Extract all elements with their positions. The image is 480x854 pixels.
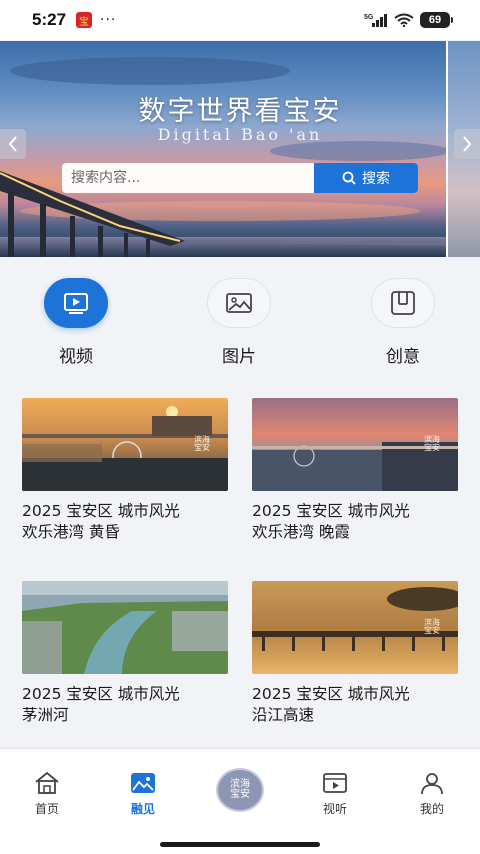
video-title: 2025 宝安区 城市风光 欢乐港湾 黄昏	[22, 501, 228, 543]
video-title-line1: 2025 宝安区 城市风光	[252, 685, 410, 703]
video-title-line2: 欢乐港湾 晚霞	[252, 523, 350, 541]
category-image-label: 图片	[222, 347, 256, 367]
video-card[interactable]: 2025 宝安区 城市风光 茅洲河	[22, 581, 228, 726]
image-icon	[226, 293, 252, 313]
home-icon	[35, 771, 59, 794]
search-button-label: 搜索	[362, 171, 390, 187]
video-title: 2025 宝安区 城市风光 欢乐港湾 晚霞	[252, 501, 458, 543]
search-input[interactable]	[62, 163, 314, 193]
category-video[interactable]: 视频	[26, 278, 126, 367]
category-creative[interactable]: 创意	[353, 278, 453, 367]
video-thumbnail: 滨海 宝安	[252, 398, 458, 491]
video-title-line1: 2025 宝安区 城市风光	[22, 685, 180, 703]
video-card[interactable]: 滨海 宝安 2025 宝安区 城市风光 欢乐港湾 黄昏	[22, 398, 228, 543]
wifi-icon	[394, 13, 414, 27]
nav-item-home-label: 首页	[34, 802, 59, 816]
category-video-label: 视频	[59, 347, 93, 367]
video-title-line1: 2025 宝安区 城市风光	[252, 502, 410, 520]
landscape-icon	[131, 773, 155, 793]
status-bar: 5:27 宝 ··· 5G 69	[0, 0, 480, 40]
media-icon	[323, 773, 347, 793]
video-title-line2: 茅洲河	[22, 706, 69, 724]
hero-banner[interactable]: 数字世界看宝安 Digital Bao 'an 搜索	[0, 41, 480, 257]
video-title-line2: 沿江高速	[252, 706, 315, 724]
center-brand-button[interactable]: 滨海 宝安	[216, 768, 264, 812]
center-brand-line2: 宝安	[230, 789, 250, 800]
banner-subtitle: Digital Bao 'an	[157, 125, 323, 144]
video-title-line2: 欢乐港湾 黄昏	[22, 523, 120, 541]
category-creative-circle	[371, 278, 435, 328]
river-park-thumbnail-image	[22, 581, 228, 674]
watermark-logo: 滨海 宝安	[424, 618, 440, 635]
app-notification-icon: 宝	[76, 12, 93, 28]
video-title-line1: 2025 宝安区 城市风光	[22, 502, 180, 520]
video-card[interactable]: 滨海 宝安 2025 宝安区 城市风光 欢乐港湾 晚霞	[252, 398, 458, 543]
center-brand-logo: 滨海 宝安	[230, 780, 250, 800]
user-icon	[421, 773, 443, 795]
chevron-left-icon	[8, 136, 17, 152]
banner-next-button[interactable]	[454, 129, 480, 159]
nav-item-media[interactable]: 视听	[305, 771, 365, 817]
search-icon	[342, 171, 356, 185]
watermark-logo: 滨海 宝安	[194, 435, 210, 452]
video-title: 2025 宝安区 城市风光 沿江高速	[252, 684, 458, 726]
network-type-label: 5G	[364, 14, 374, 21]
home-indicator[interactable]	[160, 842, 320, 847]
nav-item-profile-label: 我的	[419, 802, 444, 816]
nav-item-rongjian-label: 融见	[130, 802, 155, 816]
category-bar: 视频 图片 创意	[0, 258, 480, 376]
video-thumbnail	[22, 581, 228, 674]
video-icon	[64, 293, 88, 314]
status-time: 5:27	[32, 10, 67, 29]
nav-item-home[interactable]: 首页	[17, 771, 77, 817]
video-title: 2025 宝安区 城市风光 茅洲河	[22, 684, 228, 726]
category-image[interactable]: 图片	[189, 278, 289, 367]
nav-item-media-label: 视听	[322, 802, 347, 816]
nav-item-rongjian[interactable]: 融见	[113, 771, 173, 817]
signal-icon: 5G	[364, 14, 387, 27]
status-more-dots: ···	[100, 12, 117, 28]
chevron-right-icon	[463, 136, 472, 152]
bottom-navigation: 首页 融见 滨海 宝安 视听 我的	[0, 748, 480, 838]
watermark-logo: 滨海 宝安	[424, 435, 440, 452]
category-creative-label: 创意	[386, 347, 420, 367]
banner-title: 数字世界看宝安	[138, 96, 342, 127]
creative-icon	[391, 291, 415, 315]
banner-prev-button[interactable]	[0, 129, 26, 159]
search-button[interactable]: 搜索	[314, 163, 418, 193]
nav-item-profile[interactable]: 我的	[402, 771, 462, 817]
battery-indicator: 69	[420, 12, 453, 28]
category-image-circle	[207, 278, 271, 328]
video-thumbnail: 滨海 宝安	[252, 581, 458, 674]
video-thumbnail: 滨海 宝安	[22, 398, 228, 491]
category-video-circle	[44, 278, 108, 328]
video-card[interactable]: 滨海 宝安 2025 宝安区 城市风光 沿江高速	[252, 581, 458, 726]
banner-landscape-image	[0, 57, 446, 257]
search-box: 搜索	[62, 163, 418, 193]
